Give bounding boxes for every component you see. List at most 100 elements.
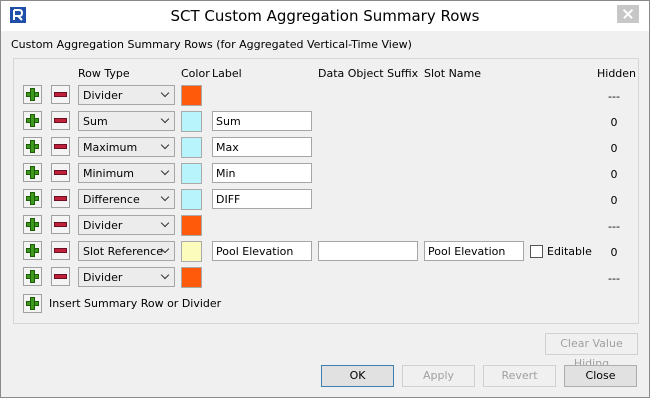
- hidden-value: 0: [610, 246, 618, 259]
- data-object-suffix-input[interactable]: [318, 241, 418, 261]
- plus-icon-stroke: [30, 218, 35, 231]
- color-swatch[interactable]: [181, 215, 202, 236]
- minus-icon: [54, 222, 67, 227]
- row-type-select[interactable]: Minimum: [78, 163, 175, 183]
- plus-icon-stroke: [30, 244, 35, 257]
- minus-icon: [54, 170, 67, 175]
- summary-row: Divider ---: [1, 266, 649, 290]
- color-swatch[interactable]: [181, 137, 202, 158]
- remove-row-button[interactable]: [51, 111, 70, 130]
- remove-row-button[interactable]: [51, 163, 70, 182]
- plus-icon-stroke: [30, 140, 35, 153]
- color-swatch[interactable]: [181, 111, 202, 132]
- add-row-button[interactable]: [23, 241, 42, 260]
- insert-row: Insert Summary Row or Divider: [1, 293, 649, 317]
- apply-button[interactable]: Apply: [402, 365, 475, 387]
- chevron-down-icon: [160, 166, 170, 176]
- editable-label: Editable: [547, 245, 592, 258]
- label-value: DIFF: [216, 193, 241, 206]
- remove-row-button[interactable]: [51, 267, 70, 286]
- label-input[interactable]: Sum: [212, 111, 312, 131]
- minus-icon: [54, 118, 67, 123]
- hidden-value: ---: [608, 90, 620, 103]
- label-input[interactable]: Min: [212, 163, 312, 183]
- row-type-select[interactable]: Divider: [78, 215, 175, 235]
- chevron-down-icon: [160, 270, 170, 280]
- insert-summary-row-label: Insert Summary Row or Divider: [49, 297, 222, 310]
- row-type-value: Maximum: [83, 141, 138, 154]
- clear-value-hiding-button[interactable]: Clear Value Hiding: [545, 333, 638, 370]
- row-type-value: Minimum: [83, 167, 134, 180]
- header-hidden: Hidden: [597, 67, 637, 80]
- hidden-value: ---: [608, 272, 620, 285]
- revert-button[interactable]: Revert: [483, 365, 556, 387]
- plus-icon-stroke: [30, 297, 35, 310]
- summary-row: Slot Reference Pool Elevation Pool Eleva…: [1, 240, 649, 264]
- label-input[interactable]: Pool Elevation: [212, 241, 312, 261]
- header-label: Label: [212, 67, 242, 80]
- add-row-button[interactable]: [23, 163, 42, 182]
- add-row-button[interactable]: [23, 215, 42, 234]
- add-row-button[interactable]: [23, 267, 42, 286]
- color-swatch[interactable]: [181, 267, 202, 288]
- summary-row: Minimum Min 0: [1, 162, 649, 186]
- hidden-value: ---: [608, 220, 620, 233]
- row-type-select[interactable]: Difference: [78, 189, 175, 209]
- add-row-button[interactable]: [23, 189, 42, 208]
- header-slot-name: Slot Name: [424, 67, 482, 80]
- minus-icon: [54, 144, 67, 149]
- summary-row: Divider ---: [1, 84, 649, 108]
- color-swatch[interactable]: [181, 85, 202, 106]
- ok-button[interactable]: OK: [321, 365, 394, 387]
- hidden-value: 0: [610, 142, 618, 155]
- header-data-object-suffix: Data Object Suffix: [318, 67, 419, 80]
- row-type-value: Divider: [83, 89, 123, 102]
- close-window-icon[interactable]: [617, 5, 639, 23]
- label-input[interactable]: DIFF: [212, 189, 312, 209]
- label-value: Pool Elevation: [216, 245, 294, 258]
- remove-row-button[interactable]: [51, 85, 70, 104]
- remove-row-button[interactable]: [51, 137, 70, 156]
- row-type-select[interactable]: Maximum: [78, 137, 175, 157]
- row-type-select[interactable]: Divider: [78, 85, 175, 105]
- close-button[interactable]: Close: [564, 365, 637, 387]
- slot-name-value: Pool Elevation: [428, 245, 506, 258]
- title-bar: SCT Custom Aggregation Summary Rows: [1, 1, 649, 31]
- minus-icon: [54, 248, 67, 253]
- chevron-down-icon: [160, 88, 170, 98]
- plus-icon-stroke: [30, 166, 35, 179]
- insert-summary-row-button[interactable]: [23, 294, 42, 313]
- minus-icon: [54, 196, 67, 201]
- header-row-type: Row Type: [78, 67, 130, 80]
- editable-checkbox[interactable]: [530, 245, 543, 258]
- color-swatch[interactable]: [181, 241, 202, 262]
- label-input[interactable]: Max: [212, 137, 312, 157]
- slot-name-input[interactable]: Pool Elevation: [424, 241, 524, 261]
- label-value: Max: [216, 141, 239, 154]
- hidden-value: 0: [610, 116, 618, 129]
- add-row-button[interactable]: [23, 111, 42, 130]
- remove-row-button[interactable]: [51, 215, 70, 234]
- window-title: SCT Custom Aggregation Summary Rows: [170, 7, 480, 25]
- dialog-subtitle: Custom Aggregation Summary Rows (for Agg…: [11, 38, 412, 51]
- label-value: Sum: [216, 115, 241, 128]
- remove-row-button[interactable]: [51, 189, 70, 208]
- minus-icon: [54, 92, 67, 97]
- row-type-value: Slot Reference: [83, 245, 163, 258]
- summary-row: Difference DIFF 0: [1, 188, 649, 212]
- plus-icon-stroke: [30, 114, 35, 127]
- row-type-value: Divider: [83, 219, 123, 232]
- row-type-select[interactable]: Sum: [78, 111, 175, 131]
- add-row-button[interactable]: [23, 137, 42, 156]
- summary-row: Sum Sum 0: [1, 110, 649, 134]
- plus-icon-stroke: [30, 88, 35, 101]
- chevron-down-icon: [160, 114, 170, 124]
- row-type-select[interactable]: Divider: [78, 267, 175, 287]
- label-value: Min: [216, 167, 236, 180]
- chevron-down-icon: [160, 218, 170, 228]
- add-row-button[interactable]: [23, 85, 42, 104]
- row-type-select[interactable]: Slot Reference: [78, 241, 175, 261]
- remove-row-button[interactable]: [51, 241, 70, 260]
- color-swatch[interactable]: [181, 189, 202, 210]
- color-swatch[interactable]: [181, 163, 202, 184]
